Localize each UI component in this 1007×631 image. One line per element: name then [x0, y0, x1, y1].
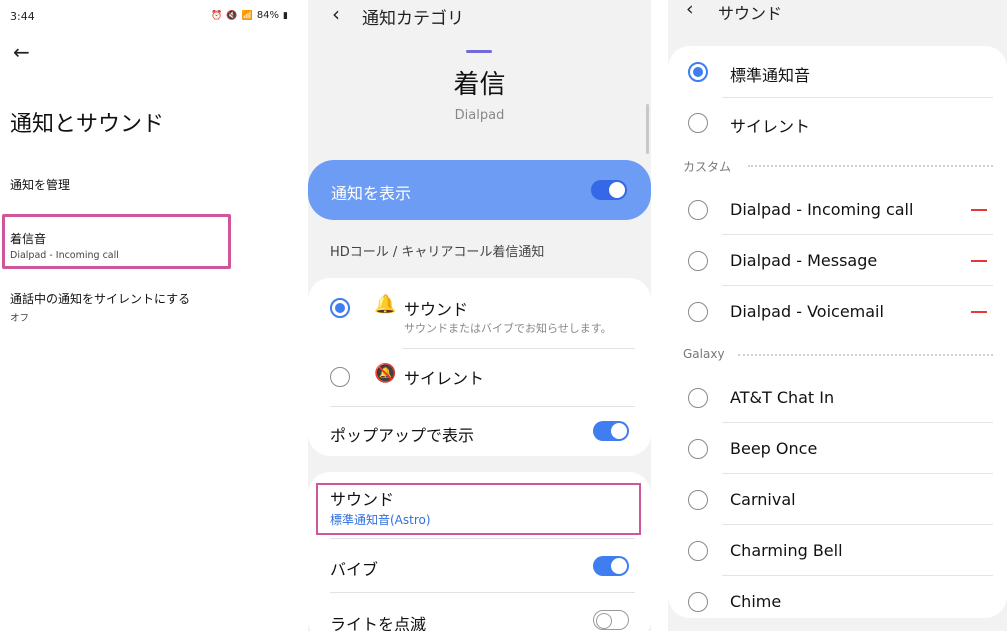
- galaxy-sound-label[interactable]: Chime: [730, 592, 781, 611]
- list-item-subtitle: オフ: [10, 313, 30, 324]
- galaxy-sound-label[interactable]: Charming Bell: [730, 541, 843, 560]
- app-icon-fragment: [466, 50, 492, 53]
- custom-sound-radio[interactable]: [688, 200, 708, 220]
- divider: [722, 524, 993, 525]
- show-notifications-banner[interactable]: 通知を表示: [308, 160, 651, 220]
- scrollbar[interactable]: [646, 104, 649, 154]
- standard-sound-label[interactable]: 標準通知音: [730, 62, 810, 86]
- back-chevron-icon[interactable]: ‹: [332, 2, 340, 26]
- vibrate-row[interactable]: バイブ: [308, 539, 651, 591]
- sound-option-row[interactable]: 🔔 サウンド サウンドまたはバイブでお知らせします。: [308, 278, 651, 348]
- bell-icon: 🔔: [374, 294, 397, 315]
- galaxy-sound-label[interactable]: Beep Once: [730, 439, 817, 458]
- back-chevron-icon[interactable]: ‹: [686, 0, 694, 20]
- status-time: 3:44: [10, 10, 35, 23]
- light-row[interactable]: ライトを点滅: [308, 593, 651, 631]
- custom-sound-radio[interactable]: [688, 302, 708, 322]
- sound-list-card: 標準通知音 サイレント カスタム Dialpad - Incoming call…: [668, 46, 1007, 618]
- silent-option-label: サイレント: [404, 369, 485, 388]
- remove-icon[interactable]: [971, 311, 987, 313]
- custom-sound-radio[interactable]: [688, 251, 708, 271]
- settings-panel-sound-picker: ‹ サウンド 標準通知音 サイレント カスタム Dialpad - Incomi…: [668, 0, 1007, 631]
- mute-icon: 🔇: [226, 10, 238, 21]
- section-divider: [738, 354, 993, 356]
- back-arrow-icon[interactable]: ←: [13, 40, 37, 64]
- galaxy-sound-label[interactable]: Carnival: [730, 490, 796, 509]
- galaxy-sound-label[interactable]: AT&T Chat In: [730, 388, 834, 407]
- list-item-title: 通知を管理: [10, 178, 71, 192]
- category-title: 着信: [453, 70, 506, 100]
- galaxy-section-label: Galaxy: [683, 347, 725, 361]
- settings-panel-notification-category: ‹ 通知カテゴリ 着信 Dialpad 通知を表示 HDコール / キャリアコー…: [308, 0, 651, 631]
- galaxy-sound-radio[interactable]: [688, 592, 708, 612]
- vibrate-toggle[interactable]: [593, 556, 629, 576]
- silent-radio[interactable]: [330, 367, 350, 387]
- settings-panel-notifications-sound: 3:44 ⏰ 🔇 📶 84% ▮ ← 通知とサウンド 通知を管理 着信音 Dia…: [0, 0, 300, 631]
- alert-type-card: 🔔 サウンド サウンドまたはバイブでお知らせします。 🔕 サイレント ポップアッ…: [308, 278, 651, 456]
- galaxy-sound-radio[interactable]: [688, 439, 708, 459]
- list-item-manage-notifications[interactable]: 通知を管理: [10, 176, 70, 193]
- silent-label[interactable]: サイレント: [730, 113, 810, 137]
- galaxy-sound-radio[interactable]: [688, 388, 708, 408]
- divider: [722, 234, 993, 235]
- show-notifications-toggle[interactable]: [591, 180, 627, 200]
- popup-toggle[interactable]: [593, 421, 629, 441]
- battery-icon: ▮: [283, 10, 288, 21]
- galaxy-sound-radio[interactable]: [688, 541, 708, 561]
- standard-sound-radio[interactable]: [688, 62, 708, 82]
- sound-option-desc: サウンドまたはバイブでお知らせします。: [404, 322, 612, 335]
- light-label: ライトを点滅: [330, 615, 427, 631]
- remove-icon[interactable]: [971, 209, 987, 211]
- divider: [722, 575, 993, 576]
- page-title: 通知とサウンド: [10, 112, 165, 137]
- divider: [722, 97, 993, 98]
- popup-row[interactable]: ポップアップで表示: [308, 407, 651, 456]
- sound-radio[interactable]: [330, 298, 350, 318]
- custom-sound-label[interactable]: Dialpad - Incoming call: [730, 200, 913, 219]
- light-toggle[interactable]: [593, 610, 629, 630]
- app-name: Dialpad: [454, 108, 505, 123]
- custom-sound-label[interactable]: Dialpad - Message: [730, 251, 877, 270]
- remove-icon[interactable]: [971, 260, 987, 262]
- silent-option-row[interactable]: 🔕 サイレント: [308, 349, 651, 405]
- status-bar: 3:44 ⏰ 🔇 📶 84% ▮: [10, 10, 288, 26]
- header-title: サウンド: [718, 4, 783, 23]
- status-icons: ⏰ 🔇 📶 84% ▮: [211, 10, 288, 21]
- header-title: 通知カテゴリ: [362, 9, 464, 29]
- custom-sound-label[interactable]: Dialpad - Voicemail: [730, 302, 884, 321]
- list-item-silence-during-call[interactable]: 通話中の通知をサイレントにする オフ: [10, 290, 190, 324]
- sound-option-label: サウンド: [404, 300, 469, 319]
- bell-off-icon: 🔕: [374, 363, 397, 384]
- custom-section-label: カスタム: [683, 160, 732, 174]
- popup-label: ポップアップで表示: [330, 426, 475, 445]
- highlight-box: [2, 214, 231, 269]
- divider: [722, 473, 993, 474]
- divider: [722, 422, 993, 423]
- show-notifications-label: 通知を表示: [331, 184, 412, 203]
- divider: [722, 285, 993, 286]
- alarm-icon: ⏰: [211, 10, 223, 21]
- vibrate-label: バイブ: [330, 560, 379, 579]
- highlight-box: [316, 483, 641, 535]
- galaxy-sound-radio[interactable]: [688, 490, 708, 510]
- section-divider: [748, 165, 993, 167]
- battery-percent: 84%: [256, 10, 280, 21]
- wifi-icon: 📶: [241, 10, 253, 21]
- list-item-title: 通話中の通知をサイレントにする: [10, 292, 191, 306]
- section-label: HDコール / キャリアコール着信通知: [330, 245, 545, 260]
- silent-radio[interactable]: [688, 113, 708, 133]
